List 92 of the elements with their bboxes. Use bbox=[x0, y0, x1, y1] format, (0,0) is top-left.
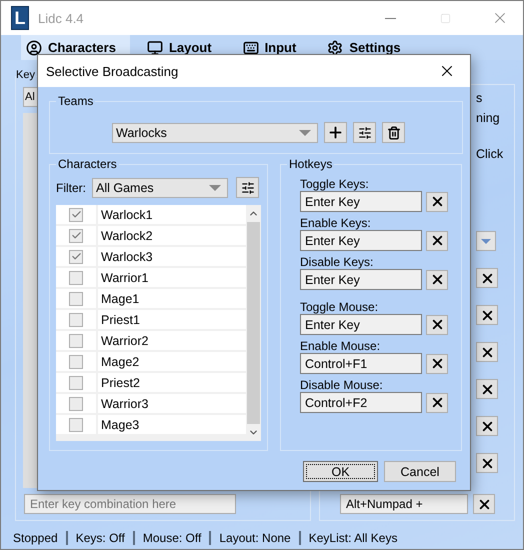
character-name: Warlock1 bbox=[98, 205, 246, 224]
tab[interactable]: Input bbox=[238, 35, 310, 60]
hotkey-label: Disable Mouse: bbox=[300, 378, 384, 392]
clear-button[interactable] bbox=[426, 392, 448, 412]
status-text: Stopped bbox=[13, 531, 59, 545]
character-name: Priest1 bbox=[98, 310, 246, 329]
hotkey-field[interactable]: Enter Key bbox=[300, 230, 422, 251]
character-name: Priest2 bbox=[98, 373, 246, 392]
person-icon bbox=[26, 40, 42, 56]
checkbox[interactable] bbox=[69, 376, 83, 390]
character-name: Warrior3 bbox=[98, 394, 246, 413]
checkbox[interactable] bbox=[69, 396, 83, 410]
ok-button[interactable]: OK bbox=[303, 461, 378, 482]
group-label: Teams bbox=[56, 94, 96, 108]
hotkey-field[interactable]: Alt+Numpad + bbox=[340, 494, 468, 514]
plus-icon bbox=[327, 124, 344, 141]
clear-button[interactable] bbox=[476, 416, 498, 436]
option-text: Click bbox=[476, 147, 504, 161]
clear-button[interactable] bbox=[426, 314, 448, 334]
clear-button[interactable] bbox=[426, 192, 448, 212]
caret-icon bbox=[299, 130, 311, 136]
check-icon bbox=[70, 251, 82, 262]
clear-button[interactable] bbox=[476, 268, 498, 288]
character-name: Warlock3 bbox=[98, 247, 246, 266]
status-text: Layout: None bbox=[209, 531, 299, 545]
hotkey-label: Toggle Keys: bbox=[300, 177, 370, 191]
delete-button[interactable] bbox=[382, 122, 405, 143]
character-name: Warrior1 bbox=[98, 268, 246, 287]
filter-label: Filter: bbox=[56, 180, 86, 194]
character-name: Mage2 bbox=[98, 352, 246, 371]
option-text: ning bbox=[476, 111, 500, 125]
character-name: Mage3 bbox=[98, 415, 246, 434]
caret-icon bbox=[481, 238, 491, 244]
hotkey-field[interactable]: Enter Key bbox=[300, 314, 422, 335]
trash-icon bbox=[386, 126, 400, 140]
sliders-icon bbox=[358, 126, 372, 140]
clear-button[interactable] bbox=[473, 494, 495, 514]
hotkey-field[interactable]: Enter Key bbox=[300, 269, 422, 290]
checkbox[interactable] bbox=[69, 250, 83, 264]
clear-button[interactable] bbox=[476, 379, 498, 399]
keyboard-icon bbox=[242, 40, 259, 56]
check-icon bbox=[70, 230, 82, 241]
clear-button[interactable] bbox=[426, 230, 448, 250]
checkbox[interactable] bbox=[69, 208, 83, 222]
cancel-button[interactable]: Cancel bbox=[384, 461, 456, 482]
check-icon bbox=[70, 209, 82, 220]
monitor-icon bbox=[146, 40, 163, 56]
tab[interactable]: Layout bbox=[142, 35, 226, 60]
maximize-icon bbox=[440, 12, 450, 24]
clear-button[interactable] bbox=[426, 270, 448, 290]
group-label: Key bbox=[16, 69, 36, 81]
sliders-icon bbox=[240, 180, 254, 194]
option-text: s bbox=[476, 91, 482, 105]
add-button[interactable] bbox=[324, 122, 347, 143]
clear-button[interactable] bbox=[476, 305, 498, 325]
hotkey-label: Enable Mouse: bbox=[300, 339, 382, 353]
clear-button[interactable] bbox=[426, 354, 448, 374]
clear-button[interactable] bbox=[476, 342, 498, 362]
group-label: Characters bbox=[56, 157, 119, 171]
status-text: KeyList: All Keys bbox=[298, 531, 406, 545]
filter-dropdown[interactable]: All Games bbox=[92, 178, 228, 198]
dropdown-button[interactable] bbox=[476, 231, 496, 251]
checkbox[interactable] bbox=[69, 228, 83, 242]
group-label: Hotkeys bbox=[287, 157, 334, 171]
hotkey-field[interactable]: Control+F2 bbox=[300, 392, 422, 413]
character-name: Warlock2 bbox=[98, 226, 246, 245]
window-title: Lidc 4.4 bbox=[38, 10, 85, 26]
checkbox[interactable] bbox=[69, 292, 83, 306]
hotkey-field[interactable]: Control+F1 bbox=[300, 353, 422, 374]
checkbox[interactable] bbox=[69, 334, 83, 348]
hotkey-label: Toggle Mouse: bbox=[300, 300, 380, 314]
team-dropdown[interactable]: Warlocks bbox=[112, 122, 318, 142]
dialog-title: Selective Broadcasting bbox=[46, 64, 180, 78]
checkbox[interactable] bbox=[69, 354, 83, 368]
checkbox[interactable] bbox=[69, 312, 83, 326]
hotkey-label: Disable Keys: bbox=[300, 255, 374, 269]
caret-icon bbox=[209, 184, 221, 190]
clear-button[interactable] bbox=[476, 453, 498, 473]
checkbox[interactable] bbox=[69, 270, 83, 284]
app-logo: L bbox=[11, 6, 29, 30]
settings-icon bbox=[327, 40, 344, 56]
character-name: Warrior2 bbox=[98, 331, 246, 350]
sliders-button[interactable] bbox=[353, 122, 376, 143]
hotkey-field[interactable]: Enter Key bbox=[300, 191, 422, 212]
checkbox[interactable] bbox=[69, 418, 83, 432]
hotkey-label: Enable Keys: bbox=[300, 216, 372, 230]
key-combination-field[interactable]: Enter key combination here bbox=[24, 494, 236, 514]
status-text: Mouse: Off bbox=[132, 531, 210, 545]
status-text: Keys: Off bbox=[66, 531, 133, 545]
character-name: Mage1 bbox=[98, 289, 246, 308]
tab[interactable]: Settings bbox=[322, 35, 415, 60]
sliders-button[interactable] bbox=[236, 177, 259, 198]
